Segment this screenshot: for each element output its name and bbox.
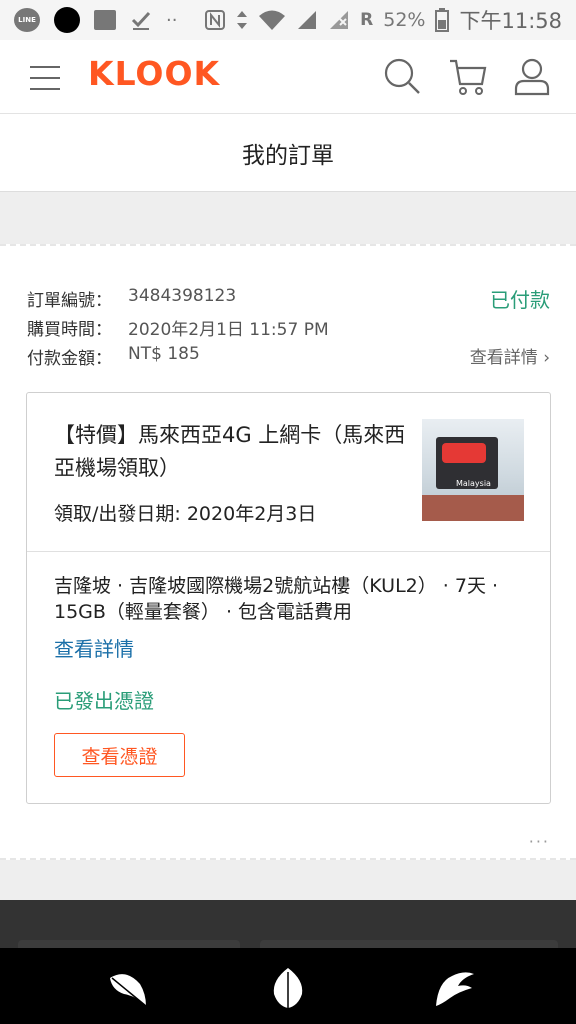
product-image-tag: Malaysia [456, 479, 491, 488]
sim-card-image [442, 443, 486, 463]
purchase-time-label: 購買時間： [27, 320, 112, 340]
nfc-icon [205, 10, 226, 30]
view-order-details-link[interactable]: 查看詳情 › [470, 343, 550, 368]
footer-tab [260, 940, 558, 948]
notification-dot-icon [54, 7, 80, 33]
more-options-icon[interactable]: ··· [529, 832, 550, 851]
home-leaf-icon[interactable] [266, 966, 310, 1010]
download-done-icon [131, 11, 151, 30]
wifi-icon [259, 10, 286, 30]
amount-label: 付款金額： [27, 349, 112, 369]
building-image [422, 495, 524, 521]
cart-icon[interactable] [448, 56, 488, 96]
clock: 下午11:58 [459, 9, 562, 33]
status-badge: 已付款 [490, 288, 550, 312]
line-app-icon: LINE [14, 8, 40, 32]
page-title: 我的訂單 [242, 142, 334, 169]
product-description: 吉隆坡 · 吉隆坡國際機場2號航站樓（KUL2） · 7天 · 15GB（輕量套… [54, 575, 499, 623]
back-leaf-icon[interactable] [106, 966, 150, 1010]
divider [27, 551, 550, 552]
order-number-row: 訂單編號： 3484398123 [27, 286, 236, 311]
order-number-value: 3484398123 [128, 286, 237, 306]
battery-icon [435, 8, 450, 32]
voucher-status: 已發出憑證 [54, 689, 154, 713]
klook-logo[interactable]: KLOOK [88, 54, 220, 93]
footer-tab [18, 940, 240, 948]
view-voucher-button[interactable]: 查看憑證 [54, 733, 185, 777]
recents-leaf-icon[interactable] [432, 966, 476, 1010]
product-title[interactable]: 【特價】馬來西亞4G 上網卡（馬來西亞機場領取） [54, 419, 414, 485]
menu-icon[interactable] [30, 66, 60, 90]
order-card: 訂單編號： 3484398123 購買時間： 2020年2月1日 11:57 P… [0, 244, 576, 860]
data-transfer-icon [237, 11, 248, 29]
roaming-indicator: R [360, 10, 374, 30]
signal-off-icon [330, 11, 349, 29]
system-navigation-bar [0, 948, 576, 1024]
product-details-link[interactable]: 查看詳情 [54, 633, 134, 662]
status-bar: LINE ·· R 52% 下午11:58 [0, 0, 576, 40]
battery-percent: 52% [383, 9, 426, 31]
product-date: 領取/出發日期: 2020年2月3日 [54, 503, 317, 525]
purchase-time-row: 購買時間： 2020年2月1日 11:57 PM [27, 315, 329, 340]
amount-row: 付款金額： NT$ 185 [27, 344, 200, 369]
product-card[interactable]: 【特價】馬來西亞4G 上網卡（馬來西亞機場領取） 領取/出發日期: 2020年2… [26, 392, 551, 804]
purchase-time-value: 2020年2月1日 11:57 PM [128, 320, 329, 340]
amount-value: NT$ 185 [128, 344, 200, 364]
more-notifications-icon: ·· [166, 9, 178, 31]
user-icon[interactable] [512, 56, 552, 96]
signal-icon [298, 11, 317, 29]
app-header: KLOOK [0, 40, 576, 114]
page-title-bar: 我的訂單 [0, 114, 576, 192]
order-number-label: 訂單編號： [27, 291, 112, 311]
search-icon[interactable] [382, 56, 422, 96]
image-icon [94, 10, 116, 30]
product-thumbnail[interactable]: Malaysia [422, 419, 524, 521]
footer [0, 900, 576, 948]
